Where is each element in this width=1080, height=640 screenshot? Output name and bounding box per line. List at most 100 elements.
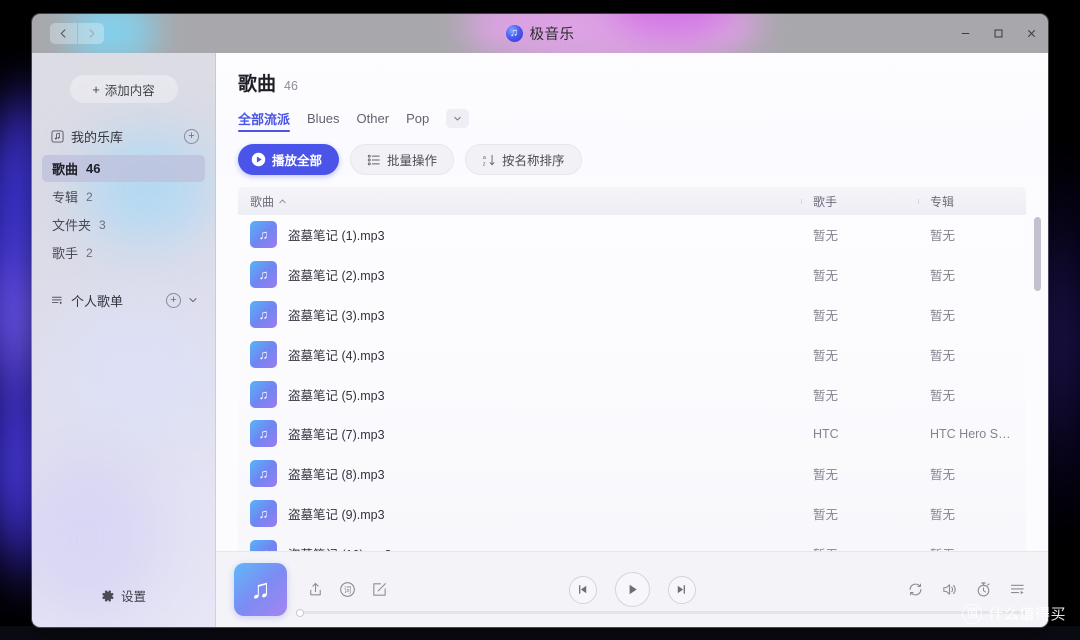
track-list[interactable]: ♫ 盗墓笔记 (1).mp3 暂无 暂无 ♫ 盗墓笔记 (2).mp3 暂无 暂… <box>238 215 1026 551</box>
table-row[interactable]: ♫ 盗墓笔记 (1).mp3 暂无 暂无 <box>238 215 1026 255</box>
track-song-cell: ♫ 盗墓笔记 (3).mp3 <box>238 300 801 328</box>
sort-by-name-button[interactable]: a z 按名称排序 <box>465 144 582 175</box>
edit-icon[interactable] <box>371 581 388 598</box>
play-all-button[interactable]: 播放全部 <box>238 144 340 175</box>
sidebar-item-folders[interactable]: 文件夹 3 <box>42 211 205 238</box>
share-icon[interactable] <box>307 581 324 598</box>
track-table: 歌曲 歌手 专辑 ♫ 盗墓笔记 (1).mp3 暂无 暂无 ♫ 盗墓笔记 (2)… <box>238 187 1048 551</box>
next-track-icon <box>677 585 685 594</box>
track-name[interactable]: 盗墓笔记 (5).mp3 <box>288 385 385 404</box>
sort-by-name-label: 按名称排序 <box>502 154 565 168</box>
navigation-buttons <box>50 23 104 44</box>
settings-button[interactable]: 设置 <box>101 586 146 605</box>
column-header-song[interactable]: 歌曲 <box>238 193 801 210</box>
track-song-cell: ♫ 盗墓笔记 (2).mp3 <box>238 261 801 289</box>
lyrics-icon[interactable]: 词 <box>339 581 356 598</box>
window-body: + 添加内容 我的乐库 + 歌曲 46 专辑 2 文件夹 3 歌手 2 个人歌单… <box>32 53 1048 627</box>
music-note-icon: ♫ <box>250 499 277 527</box>
genre-tab-other[interactable]: Other <box>357 111 390 130</box>
chevron-left-icon <box>60 29 66 38</box>
column-header-song-label: 歌曲 <box>250 194 275 209</box>
track-artist: 暂无 <box>813 229 839 244</box>
music-note-icon: ♫ <box>250 261 277 289</box>
sidebar-section-playlists: 个人歌单 + <box>32 289 215 311</box>
sidebar-item-label: 文件夹 <box>52 218 92 233</box>
column-header-artist[interactable]: 歌手 <box>801 193 918 210</box>
sidebar-item-artists[interactable]: 歌手 2 <box>42 239 205 266</box>
volume-icon[interactable] <box>941 581 958 598</box>
track-album: 暂无 <box>918 544 1026 551</box>
genre-tabs: 全部流派 Blues Other Pop <box>238 109 1048 132</box>
vertical-scrollbar[interactable] <box>1034 215 1041 551</box>
sort-az-icon: a z <box>483 154 495 167</box>
forward-button[interactable] <box>77 23 104 44</box>
track-name[interactable]: 盗墓笔记 (1).mp3 <box>288 225 385 244</box>
track-name[interactable]: 盗墓笔记 (7).mp3 <box>288 424 385 443</box>
track-name[interactable]: 盗墓笔记 (3).mp3 <box>288 305 385 324</box>
progress-handle[interactable] <box>297 609 303 616</box>
track-album: 暂无 <box>930 507 956 522</box>
genre-tab-pop[interactable]: Pop <box>406 111 429 130</box>
track-album: 暂无 <box>930 388 956 403</box>
previous-button[interactable] <box>568 575 597 604</box>
back-button[interactable] <box>50 23 77 44</box>
repeat-icon[interactable] <box>907 581 924 598</box>
maximize-icon <box>994 29 1003 38</box>
table-row[interactable]: ♫ 盗墓笔记 (3).mp3 暂无 暂无 <box>238 295 1026 335</box>
table-header-row: 歌曲 歌手 专辑 <box>238 187 1026 215</box>
track-album: 暂无 <box>930 308 956 323</box>
music-note-icon: ♫ <box>250 300 277 328</box>
track-album: 暂无 <box>930 468 956 483</box>
music-note-icon: ♫ <box>250 460 277 488</box>
add-playlist-button[interactable]: + <box>166 292 181 308</box>
minimize-button[interactable] <box>949 14 982 53</box>
svg-text:z: z <box>483 161 486 167</box>
table-row[interactable]: ♫ 盗墓笔记 (9).mp3 暂无 暂无 <box>238 494 1026 534</box>
minimize-icon <box>961 32 970 35</box>
track-artist: 暂无 <box>813 507 839 522</box>
genre-tab-blues[interactable]: Blues <box>307 111 340 130</box>
playback-progress-bar[interactable] <box>297 609 1026 616</box>
next-button[interactable] <box>667 575 696 604</box>
chevron-right-icon <box>89 29 94 38</box>
sidebar-item-count: 2 <box>86 189 93 204</box>
track-artist: 暂无 <box>813 388 839 403</box>
play-button[interactable] <box>614 572 650 607</box>
track-song-cell: ♫ 盗墓笔记 (8).mp3 <box>238 460 801 488</box>
track-artist: 暂无 <box>813 468 839 483</box>
play-queue-icon[interactable] <box>1009 581 1026 598</box>
sleep-timer-icon[interactable] <box>975 581 992 598</box>
add-content-button[interactable]: + 添加内容 <box>69 75 178 103</box>
track-name[interactable]: 盗墓笔记 (8).mp3 <box>288 464 385 483</box>
column-header-album[interactable]: 专辑 <box>918 193 1026 210</box>
table-row[interactable]: ♫ 盗墓笔记 (7).mp3 HTC HTC Hero Sound... <box>238 414 1026 454</box>
table-row[interactable]: ♫ 盗墓笔记 (10).mp3 暂无 暂无 <box>238 533 1026 551</box>
library-section-label: 我的乐库 <box>71 129 124 145</box>
playlists-chevron-down-icon[interactable] <box>187 294 199 306</box>
genre-more-button[interactable] <box>446 109 470 128</box>
table-row[interactable]: ♫ 盗墓笔记 (4).mp3 暂无 暂无 <box>238 334 1026 374</box>
add-library-button[interactable]: + <box>184 128 199 144</box>
table-row[interactable]: ♫ 盗墓笔记 (2).mp3 暂无 暂无 <box>238 255 1026 295</box>
track-name[interactable]: 盗墓笔记 (9).mp3 <box>288 504 385 523</box>
track-name[interactable]: 盗墓笔记 (2).mp3 <box>288 265 385 284</box>
close-button[interactable] <box>1015 14 1048 53</box>
sidebar-item-songs[interactable]: 歌曲 46 <box>42 155 205 182</box>
svg-text:词: 词 <box>344 586 352 595</box>
maximize-button[interactable] <box>982 14 1015 53</box>
track-name[interactable]: 盗墓笔记 (4).mp3 <box>288 345 385 364</box>
scrollbar-thumb[interactable] <box>1034 217 1041 291</box>
page-title-count: 46 <box>284 79 298 93</box>
app-window: ♫ 极音乐 + 添加内容 我的乐库 + 歌曲 46 专辑 2 文件夹 3 歌手 … <box>31 13 1049 628</box>
batch-operation-button[interactable]: 批量操作 <box>350 144 455 175</box>
gear-icon <box>101 589 115 603</box>
batch-operation-label: 批量操作 <box>387 154 438 168</box>
track-name[interactable]: 盗墓笔记 (10).mp3 <box>288 544 392 551</box>
sidebar-item-count: 3 <box>99 217 106 232</box>
genre-tab-all[interactable]: 全部流派 <box>238 109 291 132</box>
table-row[interactable]: ♫ 盗墓笔记 (8).mp3 暂无 暂无 <box>238 454 1026 494</box>
caret-up-icon <box>279 198 286 203</box>
now-playing-artwork[interactable]: ♫ <box>234 563 287 616</box>
table-row[interactable]: ♫ 盗墓笔记 (5).mp3 暂无 暂无 <box>238 374 1026 414</box>
sidebar-item-albums[interactable]: 专辑 2 <box>42 183 205 210</box>
